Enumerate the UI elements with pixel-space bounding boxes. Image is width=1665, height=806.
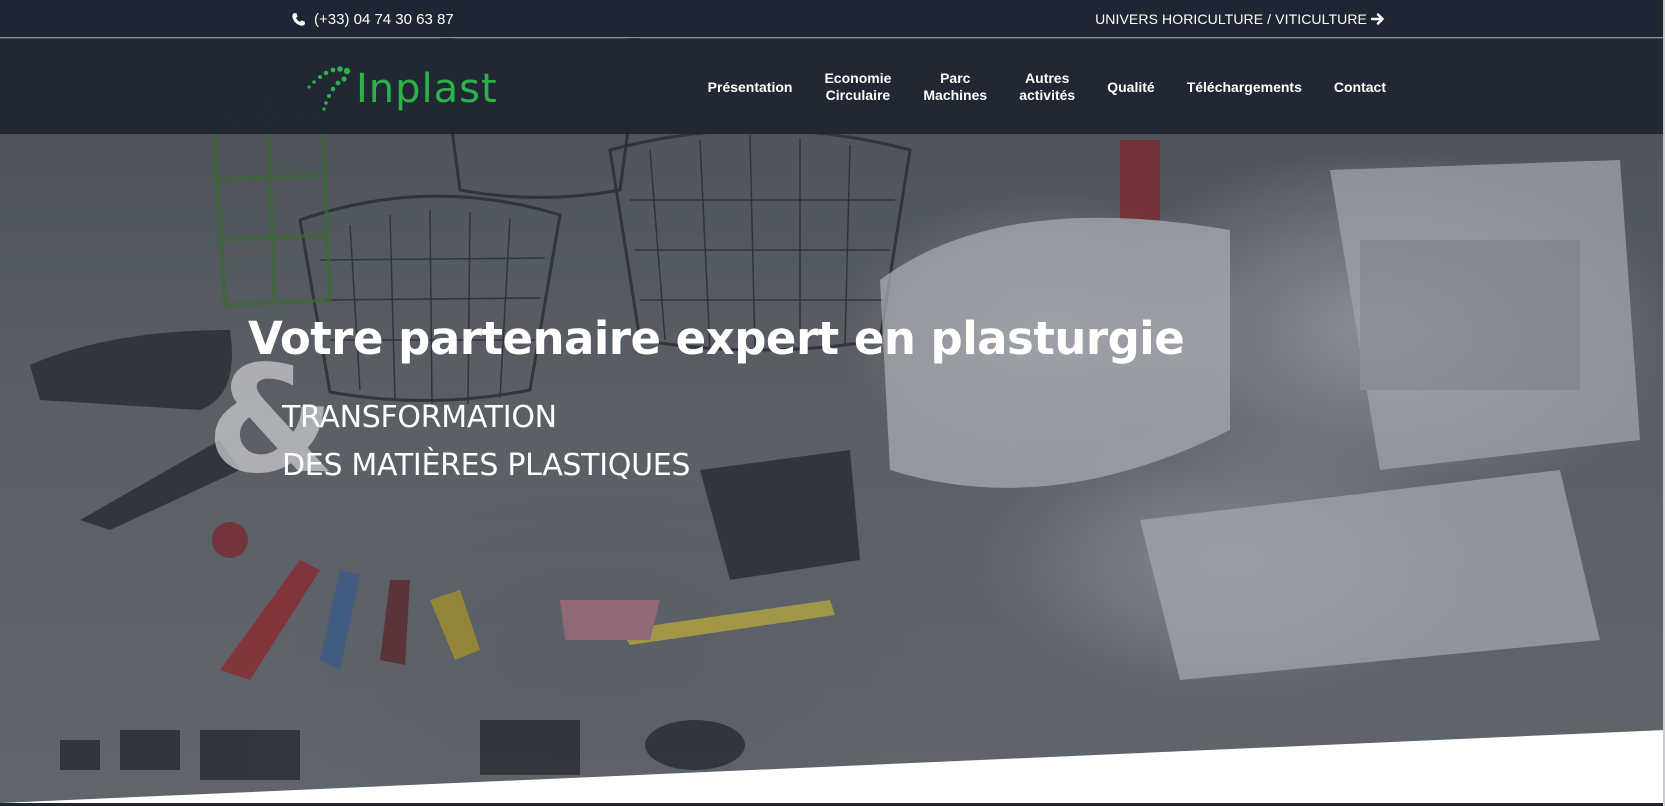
- nav-item-label: Qualité: [1107, 78, 1155, 95]
- nav-item-label: Circulaire: [825, 87, 891, 103]
- logo-text: Inplast: [356, 66, 498, 112]
- nav-item-autres-activites[interactable]: Autres activités: [1019, 70, 1075, 104]
- nav-item-contact[interactable]: Contact: [1334, 79, 1386, 96]
- logo-dots-icon: [307, 66, 351, 111]
- phone-icon: [292, 12, 306, 26]
- nav-item-economie-circulaire[interactable]: Economie Circulaire: [824, 70, 891, 104]
- nav-item-label: Présentation: [707, 78, 793, 95]
- nav-item-label: activités: [1019, 87, 1076, 103]
- nav-item-telechargements[interactable]: Téléchargements: [1187, 79, 1302, 96]
- hero-subline-2: DES MATIÈRES PLASTIQUES: [282, 448, 691, 483]
- top-bar: (+33) 04 74 30 63 87 UNIVERS HORICULTURE…: [0, 0, 1665, 38]
- nav-item-label: Autres: [1025, 70, 1070, 86]
- main-navbar: Inplast Présentation Economie Circulaire…: [0, 39, 1665, 134]
- nav-item-label: Contact: [1333, 78, 1386, 95]
- hero-headline: Votre partenaire expert en plasturgie: [248, 312, 1185, 365]
- univers-link[interactable]: UNIVERS HORICULTURE / VITICULTURE: [1095, 10, 1385, 28]
- arrow-right-icon: [1371, 13, 1385, 25]
- logo[interactable]: Inplast: [300, 61, 510, 117]
- nav-item-label: Téléchargements: [1186, 78, 1302, 95]
- univers-link-label: UNIVERS HORICULTURE / VITICULTURE: [1095, 11, 1367, 27]
- nav-item-label: Parc: [940, 70, 971, 86]
- phone-number: (+33) 04 74 30 63 87: [314, 10, 454, 28]
- phone-link[interactable]: (+33) 04 74 30 63 87: [291, 9, 454, 29]
- nav-item-label: Machines: [923, 87, 988, 103]
- hero-subline-1: TRANSFORMATION: [282, 400, 557, 435]
- main-nav: Présentation Economie Circulaire Parc Ma…: [676, 69, 1386, 105]
- nav-item-parc-machines[interactable]: Parc Machines: [923, 70, 987, 104]
- nav-item-presentation[interactable]: Présentation: [708, 79, 793, 96]
- nav-item-label: Economie: [824, 70, 892, 86]
- nav-item-qualite[interactable]: Qualité: [1107, 79, 1154, 96]
